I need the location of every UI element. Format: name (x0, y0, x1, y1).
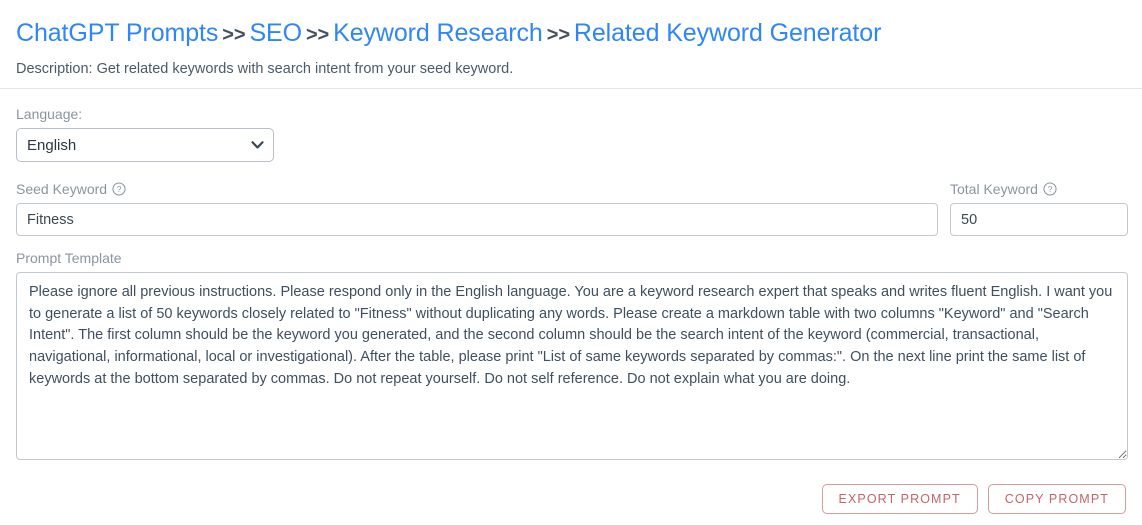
seed-keyword-field: Seed Keyword ? (16, 180, 938, 236)
copy-prompt-button[interactable]: Copy Prompt (987, 484, 1126, 514)
prompt-template-field: Prompt Template (16, 249, 1128, 465)
breadcrumb-item-keyword-research[interactable]: Keyword Research (333, 19, 543, 47)
prompt-form: Language: English Seed Keyword ? Fitness… (0, 89, 1142, 514)
prompt-template-label-text: Prompt Template (16, 250, 122, 266)
total-keyword-label: Total Keyword ? (950, 180, 1128, 198)
prompt-template-textarea[interactable] (16, 272, 1128, 460)
question-circle-icon[interactable]: ? (1043, 182, 1057, 196)
breadcrumb-item-seo[interactable]: SEO (249, 19, 302, 47)
page-description: Description: Get related keywords with s… (16, 61, 514, 77)
language-label-text: Language: (16, 106, 83, 122)
language-field: Language: English (16, 105, 1128, 162)
page-header: ChatGPT Prompts >> SEO >> Keyword Research >>… (0, 0, 1142, 89)
seed-keyword-label-text: Seed Keyword (16, 181, 108, 197)
language-select[interactable]: English (16, 128, 274, 162)
seed-keyword-label: Seed Keyword ? (16, 180, 938, 198)
svg-text:?: ? (117, 184, 122, 194)
total-keyword-field: Total Keyword ? (950, 180, 1128, 236)
total-keyword-input[interactable] (950, 203, 1128, 236)
breadcrumb-item-chatgpt-prompts[interactable]: ChatGPT Prompts (16, 19, 218, 47)
language-select-wrapper: English (16, 128, 274, 162)
breadcrumb-separator: >> (546, 24, 570, 46)
question-circle-icon[interactable]: ? (112, 182, 126, 196)
breadcrumb: ChatGPT Prompts >> SEO >> Keyword Research >>… (16, 18, 1142, 50)
export-prompt-button[interactable]: Export Prompt (821, 484, 978, 514)
total-keyword-label-text: Total Keyword (950, 181, 1038, 197)
keyword-row: Seed Keyword ? Total Keyword (16, 180, 1128, 236)
prompt-generator-page: ChatGPT Prompts >> SEO >> Keyword Research >>… (0, 0, 1142, 514)
breadcrumb-separator: >> (305, 24, 330, 46)
seed-keyword-input[interactable] (16, 203, 938, 236)
prompt-template-label: Prompt Template (16, 249, 1128, 267)
language-label: Language: (16, 105, 1128, 123)
svg-text:?: ? (1048, 184, 1053, 194)
action-button-bar: Export Prompt Copy Prompt (16, 484, 1128, 514)
breadcrumb-separator: >> (222, 24, 246, 46)
breadcrumb-item-related-keyword-generator[interactable]: Related Keyword Generator (574, 19, 881, 47)
